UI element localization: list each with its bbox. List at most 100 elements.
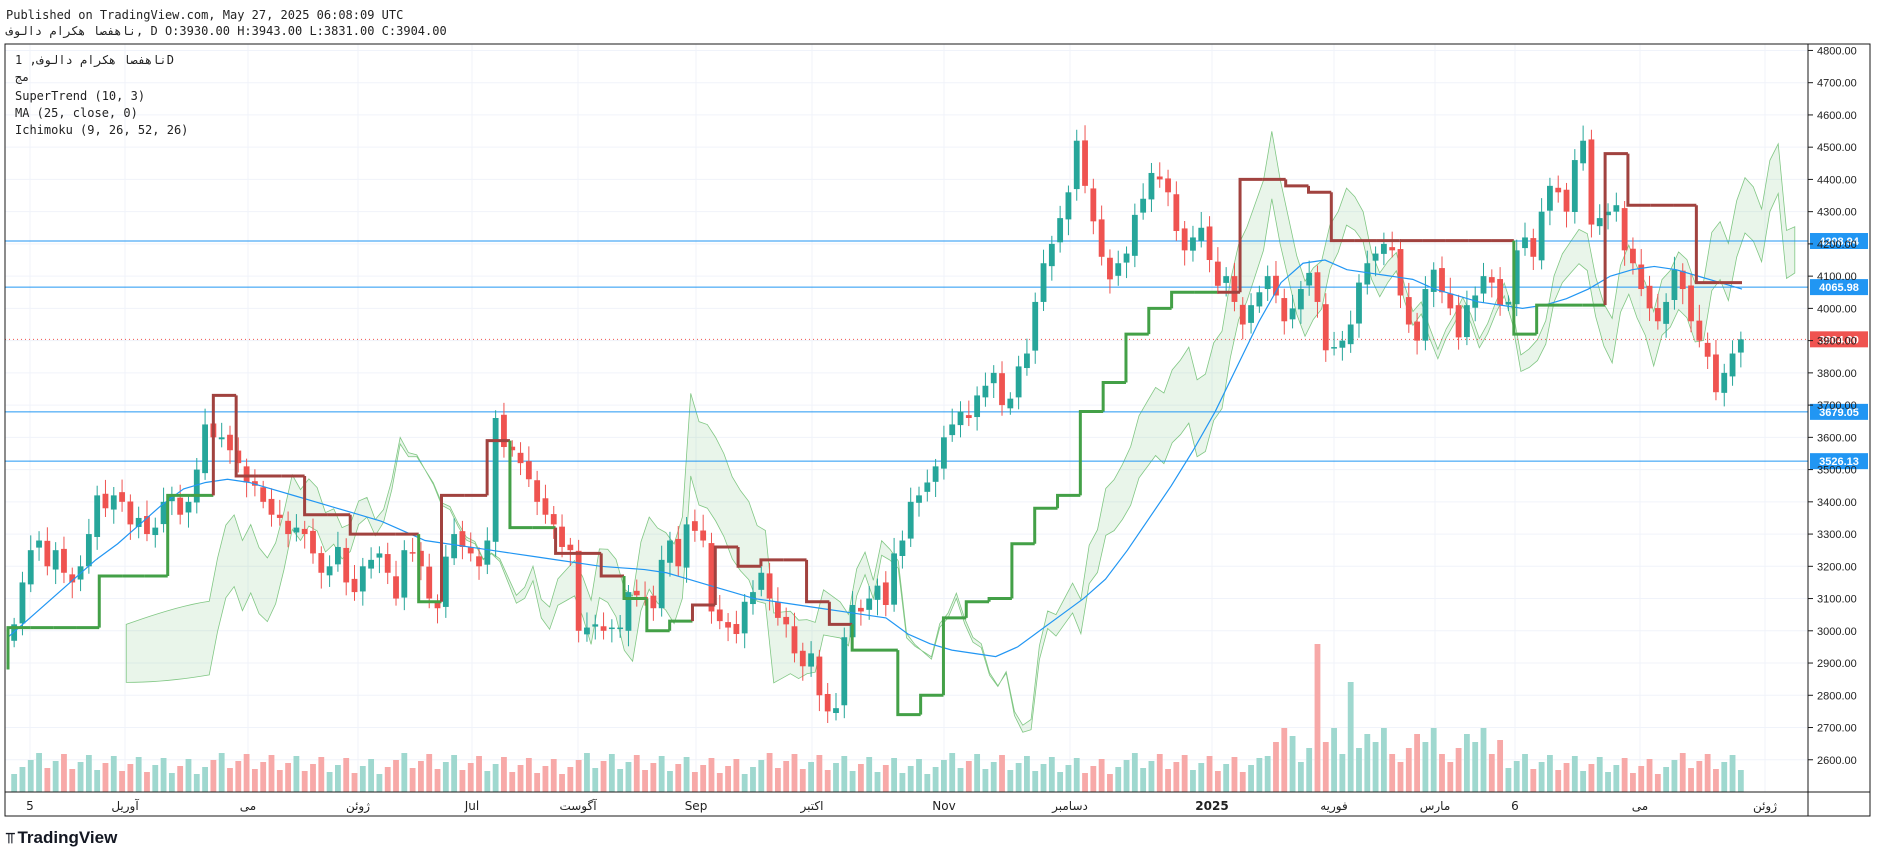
volume-bar xyxy=(69,769,76,792)
candle-body xyxy=(1522,237,1528,249)
volume-bar xyxy=(1331,728,1337,792)
legend-supertrend[interactable]: SuperTrend (10, 3) xyxy=(15,89,145,103)
candle-body xyxy=(492,418,499,542)
volume-bar xyxy=(218,753,225,792)
volume-bar xyxy=(1239,772,1246,792)
volume-bar xyxy=(974,754,981,792)
candle-body xyxy=(1563,189,1570,212)
y-tick-label: 4800.00 xyxy=(1817,45,1857,57)
legend-symbol: ناهفصا هکرام دالوف, 1D xyxy=(15,53,174,68)
volume-bar xyxy=(1571,756,1578,792)
y-tick-label: 3300.00 xyxy=(1817,529,1857,541)
legend-ichimoku[interactable]: Ichimoku (9, 26, 52, 26) xyxy=(15,123,188,137)
volume-bar xyxy=(650,763,657,792)
candle-body xyxy=(1140,198,1147,213)
volume-bar xyxy=(1679,753,1686,792)
candle-body xyxy=(949,424,956,436)
candle-body xyxy=(401,550,408,598)
candle-body xyxy=(716,609,723,622)
candle-body xyxy=(285,520,292,535)
volume-bar xyxy=(525,758,532,792)
volume-bar xyxy=(393,760,399,792)
candle-body xyxy=(1322,304,1329,351)
volume-bar xyxy=(774,768,781,792)
supertrend-segment xyxy=(668,619,693,631)
volume-bar xyxy=(567,767,574,792)
candle-body xyxy=(891,553,898,605)
volume-bar xyxy=(841,756,848,792)
legend-ma[interactable]: MA (25, close, 0) xyxy=(15,106,138,120)
volume-bar xyxy=(608,754,615,792)
time-axis[interactable]: 5 آوریل می ژوئن Jul آگوست Sep اکتبر Nov دسامبر 202… xyxy=(26,798,1777,814)
candle-body xyxy=(310,530,316,554)
x-tick-label: آوریل xyxy=(111,798,139,814)
candle-body xyxy=(1107,257,1113,280)
candle-body xyxy=(1713,354,1719,393)
volume-bar xyxy=(1729,755,1736,792)
volume-bar xyxy=(1439,754,1445,792)
candle-body xyxy=(1065,192,1072,220)
candle-body xyxy=(376,553,383,558)
candle-body xyxy=(667,540,673,563)
supertrend-segment xyxy=(97,574,123,628)
volume-bar xyxy=(633,755,640,792)
chart-grid xyxy=(5,44,1808,792)
x-tick-label: دسامبر xyxy=(1051,799,1088,814)
candle-body xyxy=(1306,272,1313,286)
candle-body xyxy=(351,578,358,593)
volume-bar xyxy=(999,755,1005,792)
candle-body xyxy=(1131,214,1138,256)
volume-bar xyxy=(1306,748,1313,792)
candle-body xyxy=(27,550,34,585)
candle-body xyxy=(990,372,997,384)
volume-bar xyxy=(965,761,972,792)
candle-body xyxy=(1380,243,1387,254)
candle-body xyxy=(409,552,416,554)
volume-bar xyxy=(1032,771,1039,792)
candle-body xyxy=(1198,227,1205,241)
volume-bar xyxy=(957,768,964,792)
candle-body xyxy=(451,534,458,559)
candle-body xyxy=(85,534,92,567)
x-tick-label: Sep xyxy=(685,799,708,813)
candle-body xyxy=(484,540,491,565)
volume-bar xyxy=(185,759,192,792)
volume-bar xyxy=(1281,728,1288,792)
y-tick-label: 4600.00 xyxy=(1817,110,1857,122)
y-tick-label: 3400.00 xyxy=(1817,497,1857,509)
candle-body xyxy=(393,576,399,599)
candle-body xyxy=(19,582,26,624)
supertrend-segment xyxy=(850,624,875,652)
candle-body xyxy=(1040,263,1047,302)
y-tick-label: 3600.00 xyxy=(1817,432,1857,444)
volume-bar xyxy=(1480,728,1487,792)
volume-bar xyxy=(1181,755,1188,792)
volume-bar xyxy=(1580,771,1587,792)
brand[interactable]: ⫪ TradingView xyxy=(6,828,117,848)
candle-body xyxy=(982,385,989,398)
x-tick-label: مارس xyxy=(1420,799,1451,814)
volume-bar xyxy=(1190,770,1196,792)
supertrend-segment xyxy=(941,616,967,696)
price-chart[interactable]: 4208.944065.983679.053526.133904.00 2600… xyxy=(0,0,1878,858)
volume-bar xyxy=(866,757,873,792)
candle-body xyxy=(882,582,889,605)
y-tick-label: 4700.00 xyxy=(1817,78,1857,90)
volume-bar xyxy=(808,762,814,792)
candle-body xyxy=(1688,285,1694,322)
x-tick-label: Jul xyxy=(464,799,479,813)
volume-bar xyxy=(1015,763,1022,792)
volume-bar xyxy=(1472,742,1479,792)
volume-bar xyxy=(924,774,931,792)
candle-body xyxy=(110,495,117,510)
volume-bar xyxy=(849,771,856,792)
volume-bar xyxy=(733,759,740,792)
candle-body xyxy=(1048,243,1055,267)
volume-bar xyxy=(741,774,748,792)
volume-bar xyxy=(451,755,458,792)
volume-bar xyxy=(1455,748,1462,792)
chart-legend: ناهفصا هکرام دالوف, 1D مج SuperTrend (10… xyxy=(15,53,188,137)
volume-bar xyxy=(1704,754,1711,792)
candle-body xyxy=(816,656,823,696)
candle-body xyxy=(1223,276,1230,283)
